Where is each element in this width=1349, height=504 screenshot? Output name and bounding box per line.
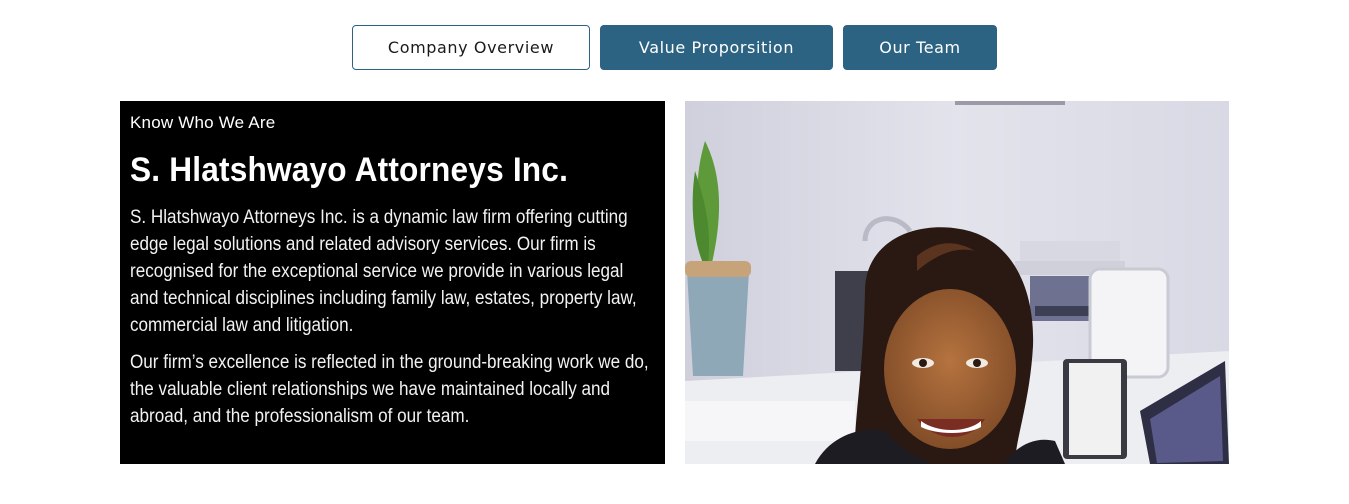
about-paragraph-1: S. Hlatshwayo Attorneys Inc. is a dynami…: [130, 207, 637, 336]
team-member-photo: [685, 101, 1229, 464]
office-photo-illustration: [685, 101, 1229, 464]
tab-company-overview[interactable]: Company Overview: [352, 25, 590, 70]
about-paragraph-2: Our firm’s excellence is reflected in th…: [130, 352, 649, 427]
tab-bar: Company Overview Value Proporsition Our …: [0, 25, 1349, 70]
tab-value-proposition[interactable]: Value Proporsition: [600, 25, 833, 70]
tab-our-team[interactable]: Our Team: [843, 25, 997, 70]
section-eyebrow: Know Who We Are: [130, 113, 276, 132]
firm-title: S. Hlatshwayo Attorneys Inc.: [130, 151, 569, 189]
about-panel: Know Who We Are S. Hlatshwayo Attorneys …: [120, 101, 665, 464]
